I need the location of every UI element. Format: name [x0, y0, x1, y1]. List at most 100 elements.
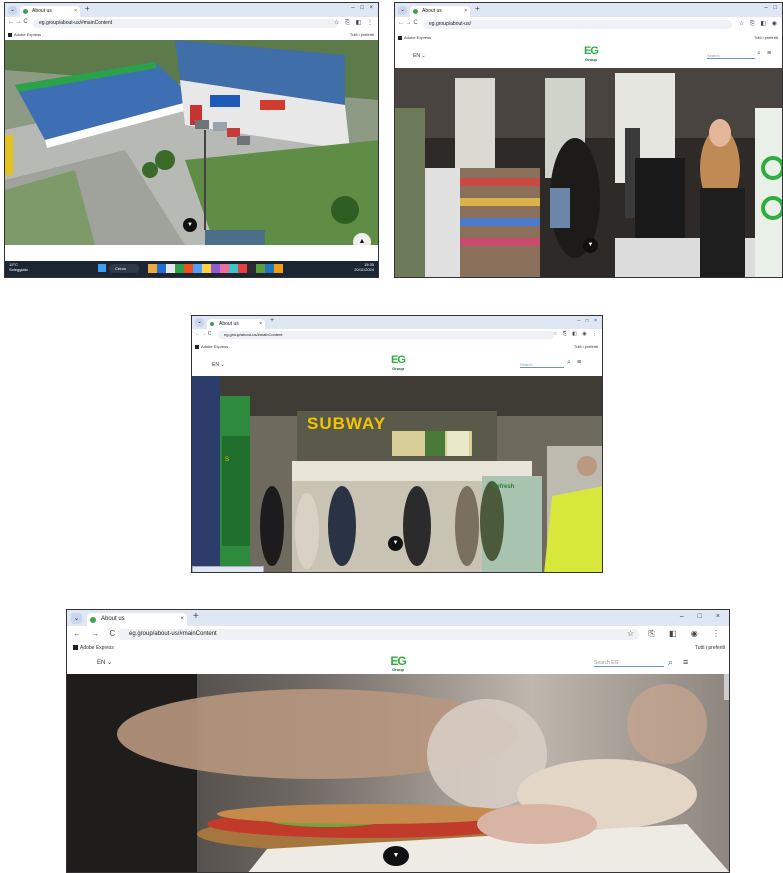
tab-menu-button[interactable]: ⌄ — [71, 613, 82, 624]
sandwich-preparation-image — [67, 674, 729, 872]
tab-title: About us — [101, 616, 125, 622]
nav-buttons[interactable]: ← → C — [8, 19, 28, 25]
down-arrow-icon[interactable]: ▼ — [183, 218, 197, 232]
address-bar-row: ← → C eg.group/about-us/#mainContent ☆ ⎘… — [67, 626, 729, 642]
search-input[interactable]: Search EG — [594, 660, 664, 667]
bookmarks-all[interactable]: Tutti i preferiti — [350, 32, 374, 37]
close-icon[interactable]: × — [259, 319, 262, 329]
tab-title: About us — [422, 8, 442, 14]
hero-image-subway-store: S SUBWAY Refresh ▼ — [192, 376, 602, 572]
close-icon[interactable]: × — [74, 6, 77, 17]
down-arrow-icon[interactable]: ▼ — [583, 238, 598, 253]
toolbar-icons[interactable]: ☆ ⎘ ◧ ◉ ⋮ — [627, 629, 726, 639]
scrollbar[interactable] — [724, 674, 729, 700]
hero-image-fuel-station: ▼ ▲ — [5, 40, 378, 245]
new-tab-button[interactable]: + — [193, 611, 199, 622]
down-arrow-icon[interactable]: ▼ — [383, 846, 409, 866]
tab-menu-button[interactable]: ⌄ — [8, 6, 17, 15]
window-controls[interactable]: – □ × — [680, 613, 726, 620]
close-icon[interactable]: × — [464, 6, 467, 17]
bookmark-adobe-express[interactable]: Adobe Express — [195, 344, 228, 349]
nav-buttons[interactable]: ← → C — [398, 20, 418, 26]
site-header: EN ⌄ EG Group Search ⌕ ≡ — [192, 352, 602, 376]
url-field[interactable]: eg.group/about-us/ — [423, 20, 732, 29]
search-icon[interactable]: ⌕ — [567, 359, 571, 367]
url-field[interactable]: eg.group/about-us/#mainContent — [33, 19, 338, 28]
hamburger-icon[interactable]: ≡ — [683, 657, 688, 667]
browser-tab[interactable]: About us × — [20, 6, 80, 17]
search-input[interactable]: Search — [520, 362, 564, 368]
eg-group-logo[interactable]: EG Group — [580, 46, 602, 63]
favicon-icon — [23, 9, 28, 14]
toolbar-icons[interactable]: ☆ ⎘ ◧ ◉ ⋮ — [553, 331, 599, 337]
adobe-icon — [73, 645, 78, 651]
tab-menu-button[interactable]: ⌄ — [398, 6, 407, 15]
address-bar-row: ← → C eg.group/about-us/ ☆ ⎘ ◧ ◉ — [395, 17, 782, 32]
screenshot-1: ⌄ About us × + – □ × ← → C eg.group/abou… — [4, 2, 379, 278]
language-selector[interactable]: EN ⌄ — [413, 53, 426, 59]
down-arrow-icon[interactable]: ▲ — [353, 233, 371, 245]
taskbar-search[interactable]: Cerca — [109, 264, 139, 273]
weather-widget[interactable]: 15°C Soleggiato — [9, 262, 28, 272]
screenshot-4: ⌄ About us × + – □ × ← → C eg.group/abou… — [66, 609, 730, 873]
toolbar-icons[interactable]: ☆ ⎘ ◧ ◉ — [739, 20, 779, 28]
toolbar-icons[interactable]: ☆ ⎘ ◧ ⋮ — [334, 19, 375, 27]
url-text: eg.group/about-us/#mainContent — [39, 20, 113, 26]
language-selector[interactable]: EN ⌄ — [97, 659, 112, 666]
tab-menu-button[interactable]: ⌄ — [195, 318, 204, 327]
eg-group-logo[interactable]: EG Group — [383, 655, 413, 672]
language-selector[interactable]: EN ⌄ — [212, 362, 225, 368]
favicon-icon — [413, 9, 418, 14]
bookmark-adobe-express[interactable]: Adobe Express — [73, 645, 114, 651]
down-arrow-icon[interactable]: ▼ — [388, 536, 403, 551]
bookmark-adobe-express[interactable]: Adobe Express — [8, 32, 41, 37]
bookmark-adobe-express[interactable]: Adobe Express — [398, 35, 431, 40]
search-input[interactable]: Search — [707, 53, 755, 59]
favicon-icon — [90, 617, 96, 623]
screenshot-3: ⌄ About us × + – □ × ← → C eg.group/abou… — [191, 315, 603, 573]
tab-bar: ⌄ About us × + – □ × — [192, 316, 602, 329]
hero-image-store-checkout: ▼ — [395, 68, 782, 277]
nav-buttons[interactable]: ← → C — [195, 331, 211, 337]
browser-tab[interactable]: About us × — [87, 613, 187, 626]
url-text: eg.group/about-us/#mainContent — [224, 332, 283, 337]
search-icon[interactable]: ⌕ — [757, 50, 761, 58]
eg-group-logo[interactable]: EG Group — [387, 355, 409, 372]
new-tab-button[interactable]: + — [270, 317, 274, 324]
fuel-station-aerial-image — [5, 40, 378, 245]
taskbar-apps[interactable] — [148, 264, 298, 273]
bookmarks-all[interactable]: Tutti i preferiti — [574, 344, 598, 349]
adobe-icon — [8, 32, 12, 37]
window-controls[interactable]: – □ × — [351, 5, 375, 11]
site-header: EN ⌄ EG Group Search EG ⌕ ≡ — [67, 654, 729, 674]
new-tab-button[interactable]: + — [475, 4, 480, 13]
windows-start-icon[interactable] — [98, 264, 106, 272]
close-icon[interactable]: × — [180, 613, 184, 626]
adobe-icon — [398, 35, 402, 40]
url-text: eg.group/about-us/#mainContent — [129, 631, 217, 637]
status-link-preview — [192, 566, 264, 572]
site-header: EN ⌄ EG Group Search ⌕ ≡ — [395, 43, 782, 68]
bookmarks-all[interactable]: Tutti i preferiti — [754, 35, 778, 40]
search-icon[interactable]: ⌕ — [668, 657, 673, 668]
svg-text:S: S — [225, 457, 229, 463]
url-field[interactable]: eg.group/about-us/#mainContent — [218, 331, 554, 339]
window-controls[interactable]: – □ — [764, 5, 779, 11]
hamburger-icon[interactable]: ≡ — [577, 359, 581, 366]
bookmarks-all[interactable]: Tutti i preferiti — [695, 645, 725, 651]
taskbar-clock: 15:35 20/11/2024 — [354, 262, 374, 272]
screenshot-2: ⌄ About us × + – □ ← → C eg.group/about-… — [394, 2, 783, 278]
address-bar-row: ← → C eg.group/about-us/#mainContent ☆ ⎘… — [5, 17, 378, 30]
nav-buttons[interactable]: ← → C — [73, 629, 119, 638]
window-controls[interactable]: – □ × — [578, 318, 600, 324]
hero-image-sandwich-prep: ▼ — [67, 674, 729, 872]
browser-tab[interactable]: About us × — [207, 319, 265, 329]
url-field[interactable]: eg.group/about-us/#mainContent — [117, 629, 639, 640]
address-bar-row: ← → C eg.group/about-us/#mainContent ☆ ⎘… — [192, 329, 602, 342]
url-text: eg.group/about-us/ — [429, 21, 471, 27]
new-tab-button[interactable]: + — [85, 4, 90, 13]
tab-title: About us — [219, 321, 239, 327]
browser-tab[interactable]: About us × — [410, 6, 470, 17]
hamburger-icon[interactable]: ≡ — [767, 50, 771, 57]
tab-bar: ⌄ About us × + – □ × — [67, 610, 729, 626]
